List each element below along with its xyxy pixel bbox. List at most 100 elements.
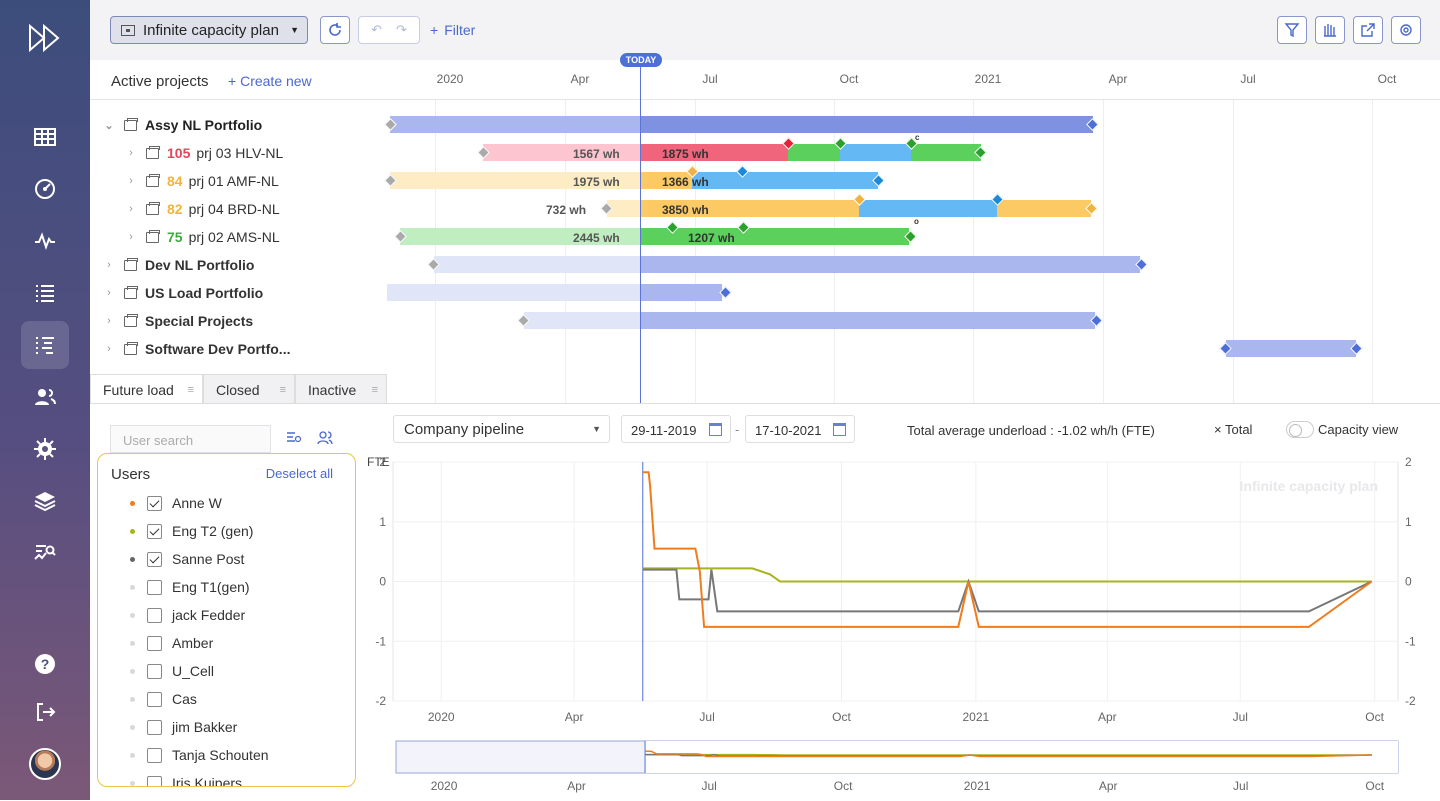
columns-button[interactable] bbox=[1315, 16, 1345, 44]
gantt-row-software-dev[interactable]: ›Software Dev Portfo... bbox=[102, 335, 290, 363]
gantt-bar[interactable] bbox=[640, 228, 672, 245]
settings-gear-icon[interactable] bbox=[21, 425, 69, 473]
logo-icon[interactable] bbox=[22, 18, 68, 58]
grid-line bbox=[1103, 100, 1104, 403]
menu-icon: ≡ bbox=[188, 384, 194, 396]
project-icon bbox=[146, 148, 159, 159]
project-icon bbox=[146, 176, 159, 187]
timeline-tick: Oct bbox=[1378, 72, 1397, 86]
tab-closed[interactable]: Closed≡ bbox=[203, 374, 295, 404]
undo-redo-group: ↶ ↷ bbox=[358, 16, 420, 44]
chevron-down-icon: ▼ bbox=[290, 25, 299, 35]
gantt-bar[interactable] bbox=[434, 256, 640, 273]
y2-tick-label: 0 bbox=[1405, 575, 1412, 589]
gantt-bar[interactable] bbox=[744, 172, 878, 189]
active-projects-title: Active projects bbox=[111, 73, 209, 90]
logout-icon[interactable] bbox=[21, 688, 69, 736]
folder-icon bbox=[124, 288, 137, 299]
gantt-bar[interactable] bbox=[390, 116, 640, 133]
layers-icon[interactable] bbox=[21, 477, 69, 525]
funnel-button[interactable] bbox=[1277, 16, 1307, 44]
chevron-right-icon[interactable]: › bbox=[102, 259, 116, 271]
filter-button[interactable]: +Filter bbox=[430, 22, 475, 38]
chevron-right-icon[interactable]: › bbox=[124, 147, 138, 159]
navigator-tick-label: 2021 bbox=[964, 779, 991, 793]
navigator-tick-label: Jul bbox=[701, 779, 716, 793]
gantt-bar[interactable] bbox=[640, 256, 1140, 273]
chevron-right-icon[interactable]: › bbox=[102, 315, 116, 327]
x-tick-label: Jul bbox=[699, 710, 714, 724]
gantt-row-assy-nl[interactable]: ⌄Assy NL Portfolio bbox=[102, 111, 262, 139]
chevron-down-icon[interactable]: ⌄ bbox=[102, 119, 116, 132]
help-icon[interactable]: ? bbox=[21, 640, 69, 688]
dashboard-icon[interactable] bbox=[21, 165, 69, 213]
gear-icon bbox=[1398, 22, 1414, 38]
gear-button[interactable] bbox=[1391, 16, 1421, 44]
plan-select[interactable]: Infinite capacity plan ▼ bbox=[110, 16, 308, 44]
gantt-bar[interactable] bbox=[524, 312, 640, 329]
chevron-right-icon[interactable]: › bbox=[124, 231, 138, 243]
load-panel: User search Users Deselect all Anne WEng… bbox=[90, 403, 1440, 800]
navigator-tick-label: Jul bbox=[1233, 779, 1248, 793]
gantt-bar[interactable] bbox=[640, 284, 722, 301]
gantt-chart: ⌄Assy NL Portfolio ›105prj 03 HLV-NL ›84… bbox=[90, 100, 1440, 403]
gantt-row-prj01[interactable]: ›84prj 01 AMF-NL bbox=[124, 167, 279, 195]
gantt-bar[interactable] bbox=[840, 144, 911, 161]
gantt-list-icon[interactable] bbox=[21, 321, 69, 369]
list-icon[interactable] bbox=[21, 269, 69, 317]
gantt-row-us-load[interactable]: ›US Load Portfolio bbox=[102, 279, 263, 307]
gantt-bar[interactable] bbox=[859, 200, 997, 217]
gantt-row-special[interactable]: ›Special Projects bbox=[102, 307, 253, 335]
refresh-button[interactable] bbox=[320, 16, 350, 44]
chevron-right-icon[interactable]: › bbox=[102, 287, 116, 299]
chevron-right-icon[interactable]: › bbox=[102, 343, 116, 355]
gantt-row-prj02[interactable]: ›75prj 02 AMS-NL bbox=[124, 223, 280, 251]
bar-label: 2445 wh bbox=[573, 231, 620, 245]
gantt-row-prj04[interactable]: ›82prj 04 BRD-NL bbox=[124, 195, 280, 223]
tab-inactive[interactable]: Inactive≡ bbox=[295, 374, 387, 404]
timeline-tick: 2021 bbox=[975, 72, 1002, 86]
users-icon[interactable] bbox=[21, 373, 69, 421]
export-button[interactable] bbox=[1353, 16, 1383, 44]
timeline-tick: Oct bbox=[840, 72, 859, 86]
gantt-bar[interactable] bbox=[640, 116, 1093, 133]
pulse-icon[interactable] bbox=[21, 217, 69, 265]
folder-icon bbox=[124, 260, 137, 271]
y2-tick-label: -2 bbox=[1405, 694, 1416, 708]
milestone-marker: c bbox=[915, 133, 919, 142]
menu-icon: ≡ bbox=[280, 384, 286, 396]
top-toolbar: Infinite capacity plan ▼ ↶ ↷ +Filter bbox=[90, 0, 1440, 60]
gantt-bar[interactable] bbox=[788, 144, 840, 161]
navigator-tick-label: 2020 bbox=[431, 779, 458, 793]
create-new-link[interactable]: + Create new bbox=[228, 73, 312, 89]
plan-icon bbox=[121, 25, 135, 36]
navigator-tick-label: Apr bbox=[1099, 779, 1118, 793]
gantt-bar[interactable] bbox=[997, 200, 1091, 217]
grid-icon[interactable] bbox=[21, 113, 69, 161]
gantt-row-dev-nl[interactable]: ›Dev NL Portfolio bbox=[102, 251, 254, 279]
chevron-right-icon[interactable]: › bbox=[124, 203, 138, 215]
bar-label: 1366 wh bbox=[662, 175, 709, 189]
gantt-bar[interactable] bbox=[1226, 340, 1356, 357]
gantt-bar[interactable] bbox=[911, 144, 981, 161]
today-marker: TODAY bbox=[620, 53, 662, 67]
tab-future-load[interactable]: Future load≡ bbox=[90, 374, 203, 404]
x-tick-label: Apr bbox=[1098, 710, 1117, 724]
x-tick-label: Apr bbox=[565, 710, 584, 724]
x-tick-label: Jul bbox=[1233, 710, 1248, 724]
gantt-row-prj03[interactable]: ›105prj 03 HLV-NL bbox=[124, 139, 283, 167]
gantt-bar[interactable] bbox=[640, 312, 1095, 329]
chevron-right-icon[interactable]: › bbox=[124, 175, 138, 187]
undo-icon[interactable]: ↶ bbox=[371, 22, 382, 38]
redo-icon[interactable]: ↷ bbox=[396, 22, 407, 38]
analysis-icon[interactable] bbox=[21, 529, 69, 577]
timeline-tick: Jul bbox=[1240, 72, 1255, 86]
menu-icon: ≡ bbox=[372, 384, 378, 396]
bar-label: 1207 wh bbox=[688, 231, 735, 245]
avatar[interactable] bbox=[29, 748, 61, 780]
gantt-bar[interactable] bbox=[387, 284, 640, 301]
folder-icon bbox=[124, 316, 137, 327]
gantt-bar[interactable] bbox=[743, 228, 909, 245]
timeline-tick: 2020 bbox=[437, 72, 464, 86]
bar-label: 732 wh bbox=[546, 203, 586, 217]
